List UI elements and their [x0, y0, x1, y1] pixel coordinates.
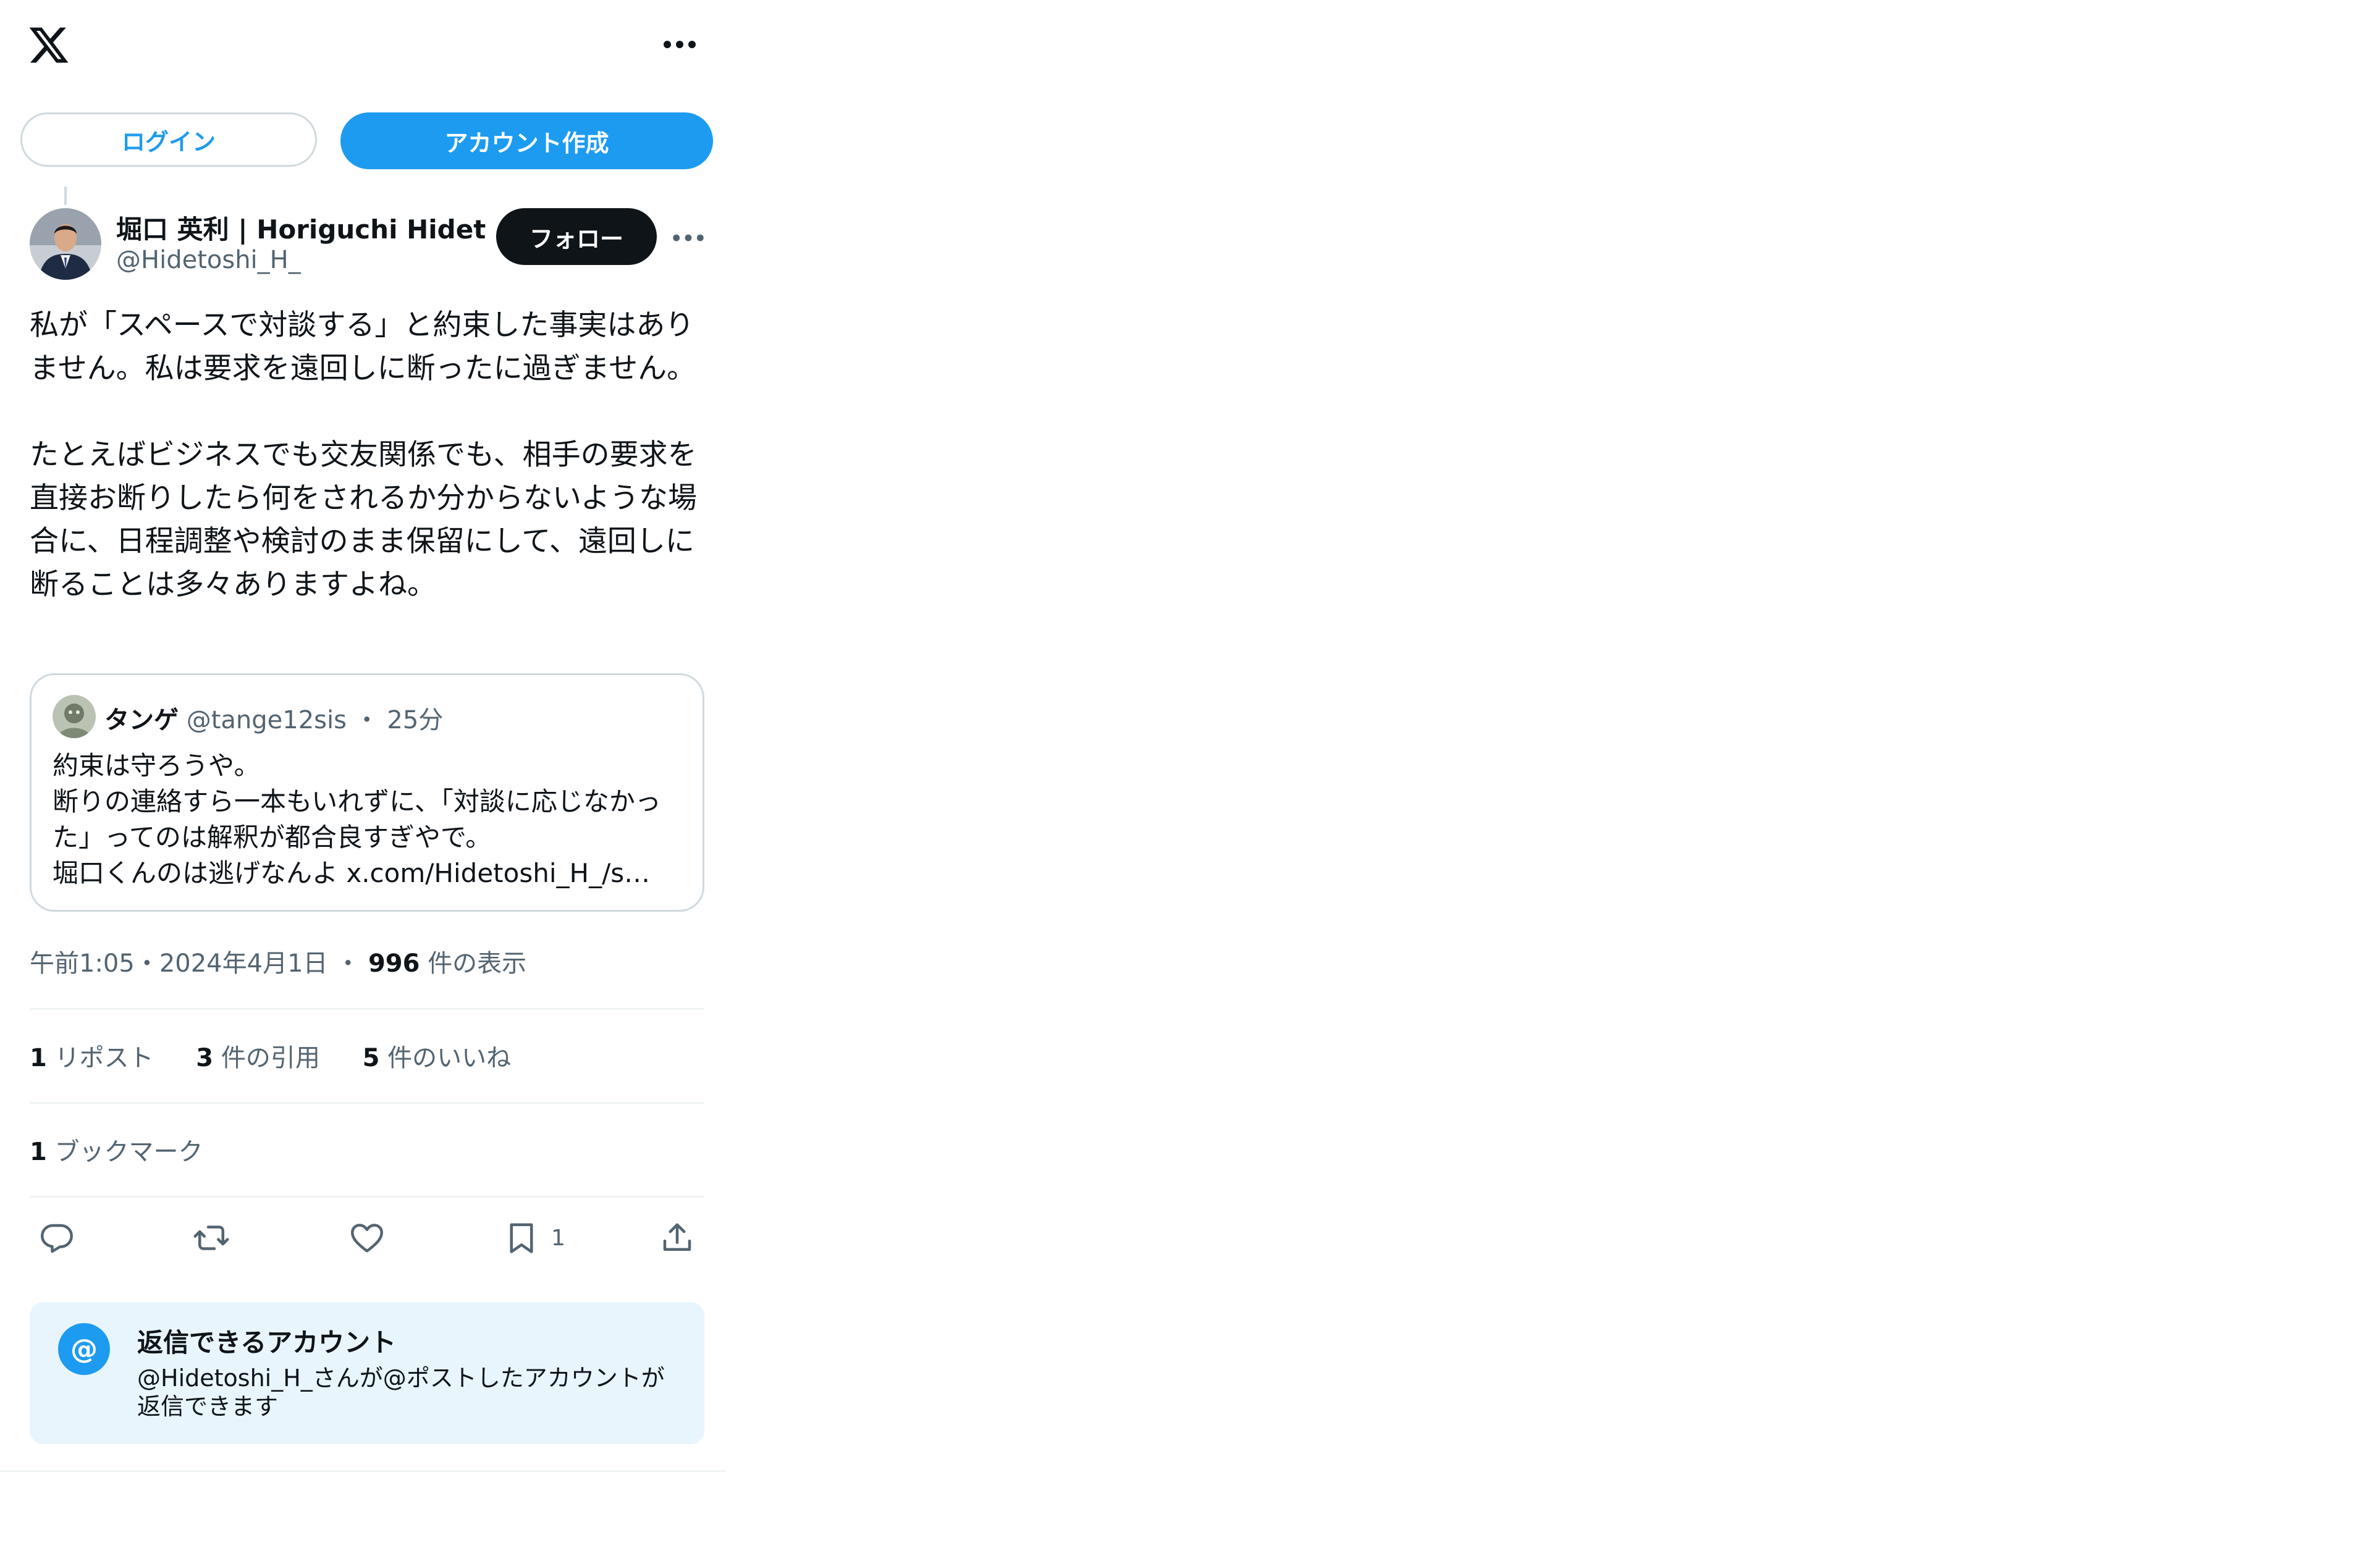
- reposts-count: 1: [30, 1044, 47, 1072]
- meta-separator: ・: [335, 949, 361, 978]
- reply-button[interactable]: [38, 1218, 75, 1258]
- like-button[interactable]: [348, 1218, 386, 1258]
- quote-separator: ・: [354, 706, 379, 734]
- author-avatar[interactable]: [30, 208, 101, 280]
- tweet-panel: ログイン アカウント作成 堀口 英利 | Horiguchi Hidetos @…: [0, 0, 726, 1472]
- divider: [30, 1196, 704, 1198]
- login-button[interactable]: ログイン: [20, 112, 317, 167]
- tweet-timestamp[interactable]: 午前1:05・2024年4月1日: [30, 949, 328, 978]
- divider: [30, 1008, 704, 1010]
- page: ログイン アカウント作成 堀口 英利 | Horiguchi Hidetos @…: [0, 0, 2380, 1564]
- more-horizontal-icon[interactable]: [661, 32, 698, 57]
- likes-label: 件のいいね: [387, 1044, 512, 1072]
- signup-button[interactable]: アカウント作成: [340, 112, 713, 169]
- reposts-stat[interactable]: 1 リポスト: [30, 1044, 154, 1072]
- reply-icon: [41, 1224, 73, 1253]
- bookmarks-stat: 1 ブックマーク: [30, 1132, 203, 1167]
- quotes-label: 件の引用: [221, 1044, 320, 1072]
- reposts-label: リポスト: [54, 1044, 154, 1072]
- likes-stat[interactable]: 5 件のいいね: [363, 1044, 512, 1072]
- repost-button[interactable]: [193, 1218, 230, 1258]
- views-label: 件の表示: [428, 949, 527, 978]
- like-icon: [351, 1224, 383, 1253]
- quote-text: 約束は守ろうや。 断りの連絡すら一本もいれずに、「対談に応じなかった」ってのは解…: [53, 750, 661, 888]
- quote-author-avatar: [53, 695, 96, 738]
- divider: [30, 1102, 704, 1104]
- repost-icon: [193, 1226, 229, 1250]
- bookmark-icon: [510, 1223, 533, 1253]
- views-count: 996: [368, 949, 420, 978]
- author-handle[interactable]: @Hidetoshi_H_: [116, 246, 301, 274]
- tweet-text: 私が「スペースで対談する」と約束した事実はありません。私は要求を遠回しに断ったに…: [30, 308, 698, 602]
- tweet-more-icon[interactable]: [670, 225, 706, 250]
- quote-header: タンゲ @tange12sis ・ 25分: [104, 700, 443, 736]
- bookmarks-label: ブックマーク: [54, 1138, 203, 1166]
- bookmark-count: 1: [551, 1225, 565, 1251]
- quotes-stat[interactable]: 3 件の引用: [196, 1044, 320, 1072]
- reply-restriction-title: 返信できるアカウント: [137, 1327, 397, 1358]
- quotes-count: 3: [196, 1044, 214, 1072]
- at-sign-icon: @: [58, 1323, 110, 1375]
- engagement-stats: 1 リポスト 3 件の引用 5 件のいいね: [30, 1038, 546, 1074]
- likes-count: 5: [362, 1044, 380, 1072]
- x-logo-icon[interactable]: [27, 23, 70, 67]
- quote-avatar-image: [53, 695, 96, 738]
- reply-restriction-description: @Hidetoshi_H_さんが@ポストしたアカウントが返信できます: [137, 1364, 665, 1420]
- quote-author-handle: @tange12sis: [186, 706, 347, 734]
- reply-restriction-notice: @ 返信できるアカウント @Hidetoshi_H_さんが@ポストしたアカウント…: [30, 1302, 704, 1444]
- quote-tweet-card[interactable]: タンゲ @tange12sis ・ 25分 約束は守ろうや。 断りの連絡すら一本…: [30, 673, 704, 912]
- author-avatar-image: [30, 208, 101, 280]
- share-button[interactable]: [659, 1218, 696, 1258]
- quote-author-name: タンゲ: [104, 706, 179, 734]
- follow-button[interactable]: フォロー: [496, 208, 657, 265]
- author-name[interactable]: 堀口 英利 | Horiguchi Hidetos: [116, 209, 487, 246]
- quote-time: 25分: [387, 706, 444, 734]
- bookmarks-count: 1: [30, 1138, 47, 1166]
- thread-connector: [64, 187, 67, 205]
- bookmark-button[interactable]: 1: [503, 1218, 565, 1258]
- share-icon: [663, 1223, 691, 1251]
- tweet-meta: 午前1:05・2024年4月1日 ・ 996 件の表示: [30, 943, 526, 979]
